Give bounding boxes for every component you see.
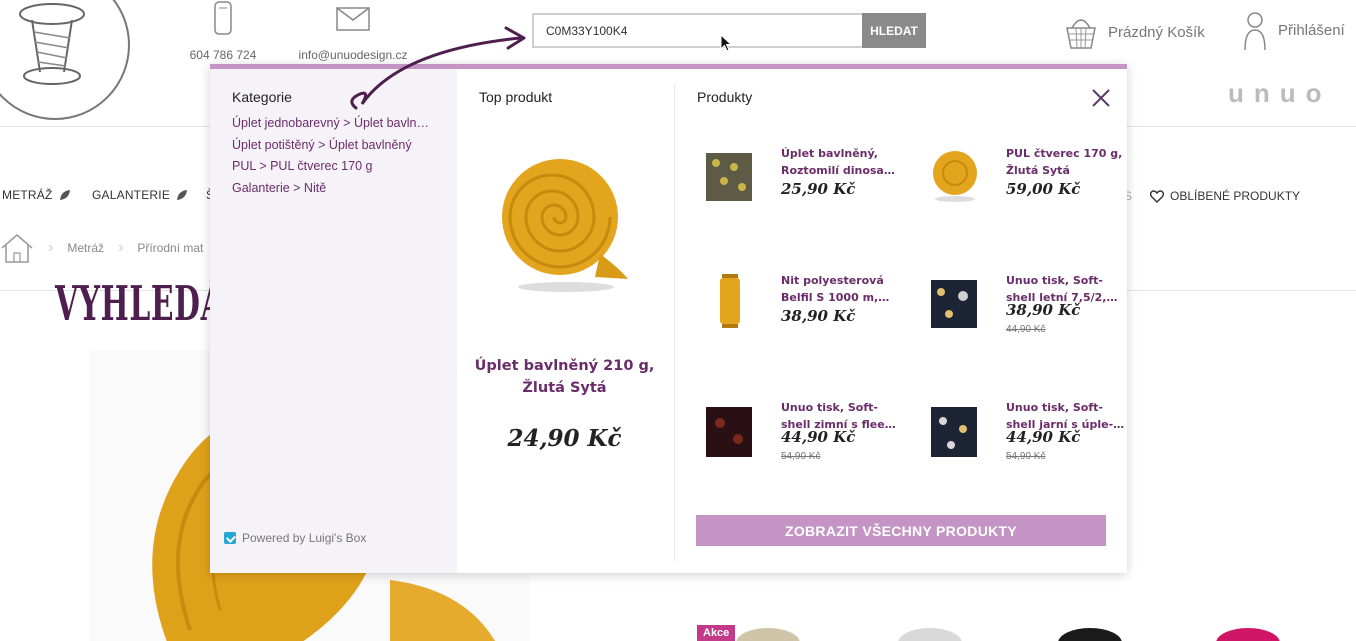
categories-title: Kategorie	[232, 89, 292, 105]
product-thumb-partial[interactable]	[1216, 628, 1280, 641]
luigis-box-icon	[224, 532, 236, 544]
logo[interactable]	[0, 0, 130, 120]
show-all-products-button[interactable]: ZOBRAZIT VŠECHNY PRODUKTY	[696, 515, 1106, 546]
nav-item-metraz[interactable]: METRÁŽ	[2, 188, 71, 202]
breadcrumb-item[interactable]: Přírodní mat	[137, 241, 203, 255]
product-name-line: Unuo tisk, Soft-	[781, 401, 878, 414]
product-price: 44,90 Kč	[1006, 428, 1081, 446]
top-product-image[interactable]	[500, 149, 630, 299]
powered-by-label: Powered by Luigi's Box	[242, 531, 367, 545]
categories-list: Úplet jednobarevný > Úplet bavln… Úplet …	[232, 113, 447, 199]
powered-by[interactable]: Powered by Luigi's Box	[224, 531, 366, 545]
product-name-line: PUL čtverec 170 g,	[1006, 147, 1123, 160]
brand-logo-text: unuo	[1228, 78, 1332, 108]
product-name-line: Unuo tisk, Soft-	[1006, 401, 1103, 414]
product-item[interactable]: Úplet bavlněný, Roztomilí dinosa… 25,90 …	[704, 145, 909, 225]
cart-link[interactable]: Prázdný Košík	[1064, 12, 1205, 52]
chevron-right-icon: ›	[118, 239, 124, 256]
nav-item-label: METRÁŽ	[2, 188, 53, 202]
product-name-line: Úplet bavlněný,	[781, 147, 878, 160]
categories-column: Kategorie Úplet jednobarevný > Úplet bav…	[210, 69, 457, 573]
category-link[interactable]: Galanterie > Nitě	[232, 178, 447, 200]
product-thumbnail	[720, 274, 740, 328]
search-results-dropdown: Kategorie Úplet jednobarevný > Úplet bav…	[210, 64, 1127, 573]
product-name-line: Roztomilí dinosa…	[781, 164, 895, 177]
breadcrumb-item[interactable]: Metráž	[67, 241, 104, 255]
top-product-name-line: Úplet bavlněný 210 g,	[474, 358, 655, 374]
login-label: Přihlášení	[1278, 21, 1345, 39]
product-price: 44,90 Kč	[781, 428, 856, 446]
product-thumb-partial[interactable]	[736, 628, 800, 641]
product-price: 59,00 Kč	[1006, 180, 1081, 198]
leaf-icon	[177, 190, 188, 200]
product-item[interactable]: Unuo tisk, Soft- shell jarní s úple-… 44…	[929, 399, 1134, 479]
product-thumbnail	[931, 407, 977, 457]
product-price: 38,90 Kč	[781, 307, 856, 325]
product-item[interactable]: Unuo tisk, Soft- shell zimní s flee… 44,…	[704, 399, 909, 479]
heart-icon	[1150, 189, 1164, 203]
spool-icon	[19, 3, 85, 85]
product-thumb-partial[interactable]	[898, 628, 962, 641]
product-old-price: 54,90 Kč	[781, 451, 821, 462]
search-input[interactable]	[532, 13, 862, 48]
annotation-arrow-icon	[350, 26, 526, 110]
leaf-icon	[59, 190, 70, 200]
mouse-cursor-icon	[720, 34, 733, 52]
product-name-line: Nit polyesterová	[781, 274, 884, 287]
basket-icon	[1066, 19, 1096, 49]
product-name-line: Belfil S 1000 m,…	[781, 291, 890, 304]
product-old-price: 44,90 Kč	[1006, 324, 1046, 335]
product-thumbnail	[706, 407, 752, 457]
product-name: Nit polyesterová Belfil S 1000 m,…	[781, 272, 909, 306]
sale-badge: Akce	[697, 625, 736, 641]
product-thumb-partial[interactable]	[1058, 628, 1122, 641]
cart-label: Prázdný Košík	[1108, 23, 1205, 41]
product-price: 25,90 Kč	[781, 180, 856, 198]
product-thumbnail	[706, 153, 752, 201]
search-button[interactable]: HLEDAT	[862, 13, 926, 48]
chevron-right-icon: ›	[48, 239, 54, 256]
product-thumbnail	[933, 151, 977, 202]
phone-icon	[214, 1, 232, 35]
breadcrumb: › Metráž › Přírodní mat	[0, 232, 203, 264]
product-name: PUL čtverec 170 g, Žlutá Sytá	[1006, 145, 1134, 179]
top-product-name-line: Žlutá Sytá	[522, 380, 607, 396]
top-product-price: 24,90 Kč	[507, 425, 622, 452]
phone-number: 604 786 724	[189, 48, 257, 62]
phone-contact[interactable]: 604 786 724	[188, 0, 258, 62]
product-name-line: Unuo tisk, Soft-	[1006, 274, 1103, 287]
favorites-label: OBLÍBENÉ PRODUKTY	[1170, 189, 1301, 203]
login-link[interactable]: Přihlášení	[1240, 8, 1345, 52]
category-link[interactable]: PUL > PUL čtverec 170 g	[232, 156, 447, 178]
product-name: Úplet bavlněný, Roztomilí dinosa…	[781, 145, 909, 179]
product-thumbnail	[931, 280, 977, 328]
products-title: Produkty	[697, 89, 753, 105]
product-name-line: Žlutá Sytá	[1006, 164, 1070, 177]
nav-item-label: GALANTERIE	[92, 188, 171, 202]
favorites-link[interactable]: OBLÍBENÉ PRODUKTY	[1150, 189, 1300, 203]
close-icon[interactable]	[1090, 87, 1112, 109]
home-icon[interactable]	[0, 232, 34, 264]
product-price: 38,90 Kč	[1006, 301, 1081, 319]
nav-item-galanterie[interactable]: GALANTERIE	[92, 188, 188, 202]
column-divider	[674, 85, 675, 561]
product-item[interactable]: Nit polyesterová Belfil S 1000 m,… 38,90…	[704, 272, 909, 352]
product-old-price: 54,90 Kč	[1006, 451, 1046, 462]
user-icon	[1244, 12, 1266, 51]
category-link[interactable]: Úplet potištěný > Úplet bavlněný	[232, 135, 447, 157]
product-item[interactable]: PUL čtverec 170 g, Žlutá Sytá 59,00 Kč	[929, 145, 1134, 225]
product-item[interactable]: Unuo tisk, Soft- shell letní 7,5/2,… 38,…	[929, 272, 1134, 352]
top-product-name[interactable]: Úplet bavlněný 210 g, Žlutá Sytá	[472, 355, 657, 399]
